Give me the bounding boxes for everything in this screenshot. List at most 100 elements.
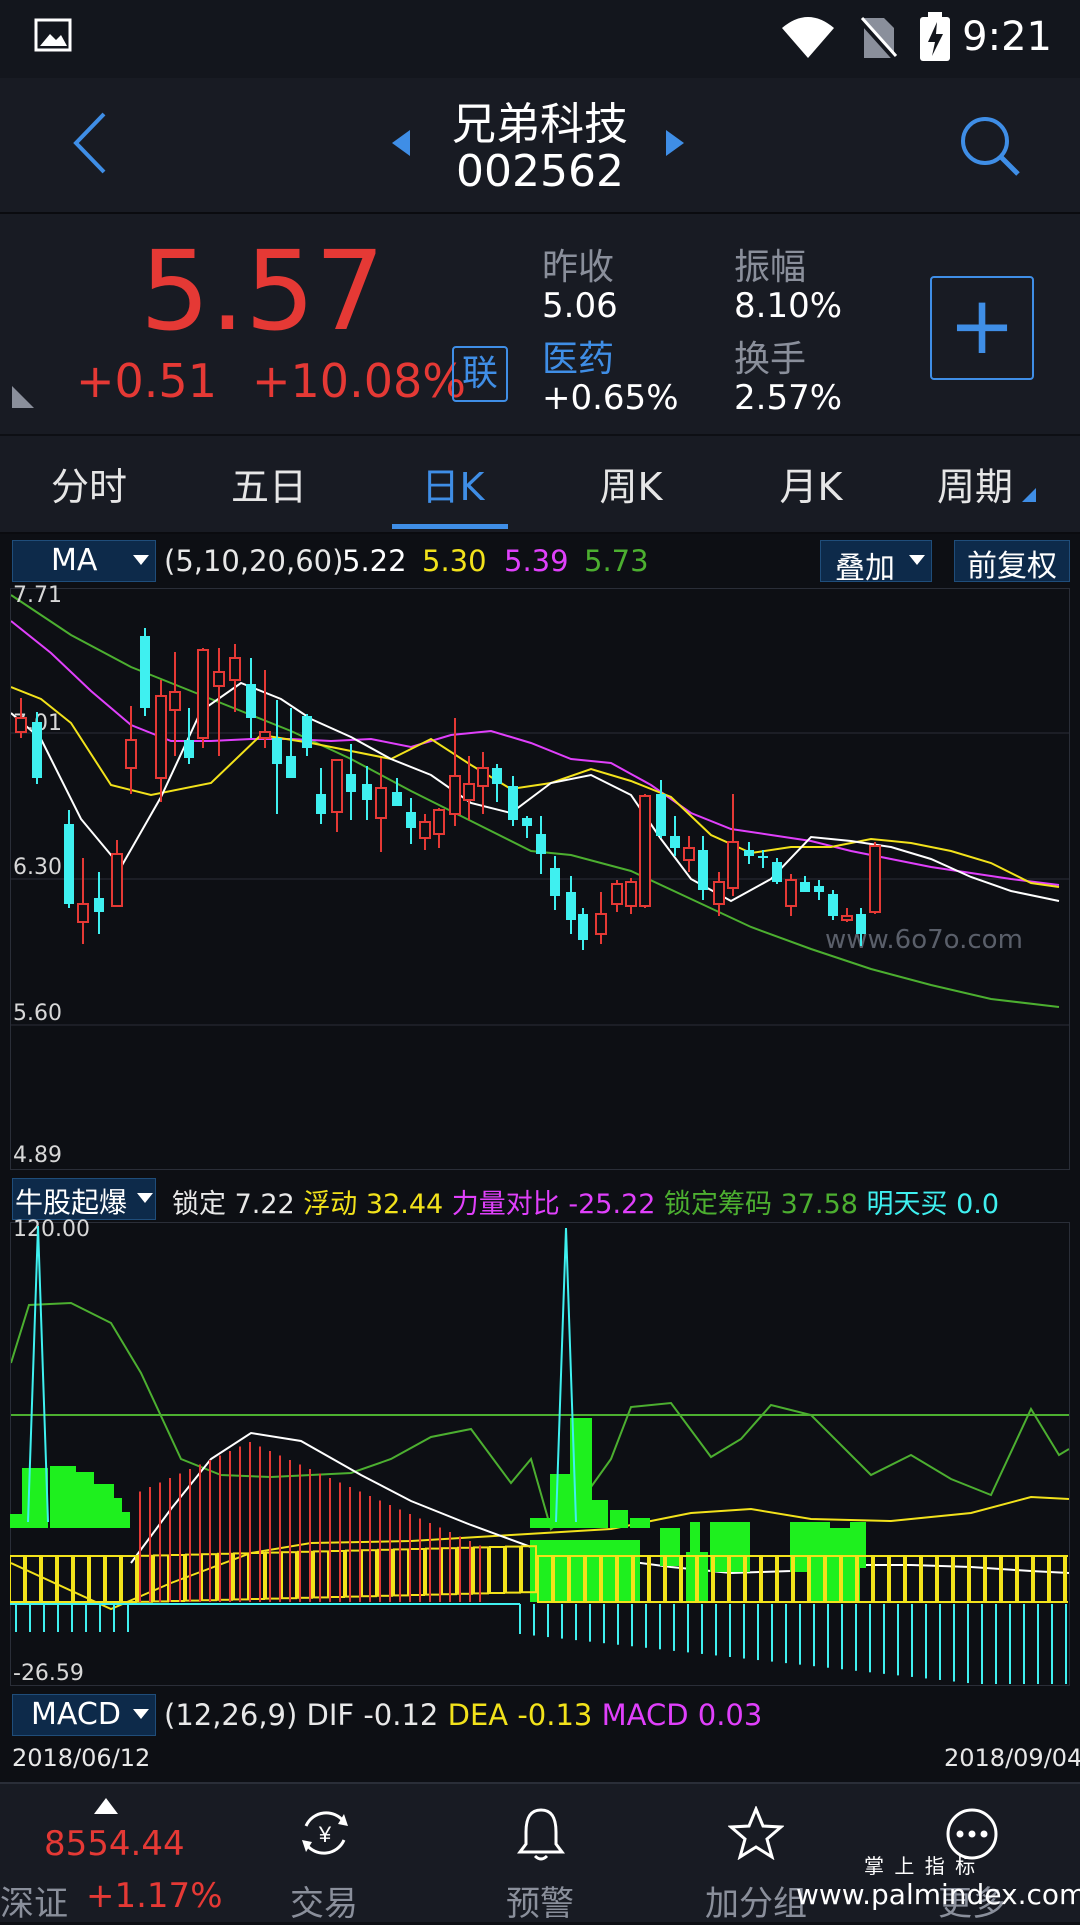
lock-label: 锁定 xyxy=(172,1189,226,1220)
green-bar xyxy=(550,1474,572,1528)
end-date: 2018/09/04 xyxy=(944,1744,1080,1772)
candle xyxy=(392,778,402,806)
candle xyxy=(841,908,853,922)
overlay-label: 叠加 xyxy=(835,551,895,586)
ma10-value: 5.30 xyxy=(422,544,487,578)
stock-name: 兄弟科技 xyxy=(452,99,628,150)
green-bar xyxy=(590,1500,608,1528)
sector-label[interactable]: 医药 xyxy=(542,330,614,382)
candle xyxy=(611,880,623,912)
yellow-band-bar xyxy=(969,1555,985,1603)
candle xyxy=(683,836,695,872)
adjust-button[interactable]: 前复权 xyxy=(954,540,1070,584)
yellow-band-bar xyxy=(169,1554,185,1602)
chevron-down-icon xyxy=(133,555,149,565)
candle xyxy=(302,714,312,756)
yellow-band-bar xyxy=(425,1547,441,1596)
dif-value: -0.12 xyxy=(363,1698,439,1732)
yellow-band-bar xyxy=(489,1546,505,1594)
yellow-band-bar xyxy=(889,1555,905,1603)
ma-selector-label: MA xyxy=(51,543,98,578)
sector-change: +0.65% xyxy=(542,378,679,418)
index-value: 8554.44 xyxy=(44,1824,185,1864)
tab-intraday[interactable]: 分时 xyxy=(14,456,164,511)
candle xyxy=(578,908,588,950)
candle xyxy=(656,780,666,838)
tab-five-day[interactable]: 五日 xyxy=(194,456,344,511)
macd-selector[interactable]: MACD xyxy=(12,1694,156,1736)
turnover-value: 2.57% xyxy=(734,378,843,418)
yellow-band-bar xyxy=(329,1550,345,1598)
candle xyxy=(639,794,651,908)
chevron-down-icon xyxy=(909,555,925,565)
search-icon[interactable] xyxy=(958,114,1022,178)
candle xyxy=(492,764,502,802)
yellow-band-bar xyxy=(1065,1555,1068,1603)
yellow-band-bar xyxy=(25,1555,41,1603)
candle xyxy=(772,858,782,884)
prev-close-label: 昨收 xyxy=(542,247,615,288)
candle xyxy=(272,700,282,814)
candle xyxy=(566,876,576,934)
force-value: -25.22 xyxy=(568,1189,656,1220)
indicator-bars xyxy=(10,1225,1068,1684)
nav-trade-label: 交易 xyxy=(290,1884,358,1924)
yellow-band-bar xyxy=(89,1555,105,1603)
ma5-value: 5.22 xyxy=(342,544,407,578)
tab-weekly-k[interactable]: 周K xyxy=(556,456,706,511)
candle xyxy=(169,652,181,756)
indicator-selector-label: 牛股起爆 xyxy=(15,1186,128,1219)
footer-watermark-line1: 掌 上 指 标 xyxy=(864,1854,978,1878)
add-watchlist-button[interactable]: + xyxy=(930,276,1034,380)
lockchip-value: 37.58 xyxy=(780,1189,858,1220)
candle xyxy=(32,712,42,784)
yellow-band-bar xyxy=(409,1548,425,1596)
candle xyxy=(213,648,225,756)
yellow-band-bar xyxy=(1033,1555,1049,1603)
status-time: 9:21 xyxy=(962,14,1052,60)
yellow-band-bar xyxy=(953,1555,969,1603)
candle xyxy=(375,758,387,852)
candle xyxy=(698,836,708,900)
yellow-band-bar xyxy=(265,1551,281,1600)
candle xyxy=(406,798,416,844)
next-stock-icon[interactable] xyxy=(664,128,686,158)
index-ticker[interactable]: 8554.44 深证 +1.17% xyxy=(0,1784,223,1924)
ma60-value: 5.73 xyxy=(584,544,649,578)
image-notification-icon xyxy=(34,18,72,52)
no-sim-icon xyxy=(858,16,898,60)
candle xyxy=(670,816,680,856)
linked-stock-badge[interactable]: 联 xyxy=(452,346,508,402)
dea-value: -0.13 xyxy=(517,1698,593,1732)
start-date: 2018/06/12 xyxy=(12,1744,151,1772)
candle xyxy=(800,876,810,892)
ma-selector[interactable]: MA xyxy=(12,540,156,582)
svg-text:¥: ¥ xyxy=(318,1822,332,1847)
candle xyxy=(184,708,194,764)
tab-monthly-k[interactable]: 月K xyxy=(736,456,886,511)
macd-label: MACD xyxy=(601,1698,689,1732)
nav-item-trade[interactable]: ¥ 交易 xyxy=(234,1784,414,1924)
indicator-selector[interactable]: 牛股起爆 xyxy=(12,1178,156,1220)
prev-close-value: 5.06 xyxy=(542,286,618,326)
candlesticks xyxy=(15,628,881,950)
candle xyxy=(522,816,532,838)
period-tabs: 分时 五日 日K 周K 月K 周期 xyxy=(0,436,1080,534)
tab-daily-k[interactable]: 日K xyxy=(378,456,528,511)
candle xyxy=(64,810,74,908)
current-price: 5.57 xyxy=(140,227,385,355)
yellow-band-bar xyxy=(41,1555,57,1603)
float-value: 32.44 xyxy=(365,1189,444,1220)
candle xyxy=(316,768,326,824)
yellow-band-bar xyxy=(937,1555,953,1603)
nav-item-alert[interactable]: 预警 xyxy=(450,1784,630,1924)
candle xyxy=(362,766,372,820)
trade-yen-icon: ¥ xyxy=(302,1811,348,1855)
candle xyxy=(713,872,725,916)
lock-value: 7.22 xyxy=(234,1189,295,1220)
candle xyxy=(856,908,866,946)
chevron-down-icon xyxy=(133,1709,149,1719)
yellow-band-bar xyxy=(73,1555,89,1603)
overlay-selector[interactable]: 叠加 xyxy=(820,540,932,586)
active-tab-underline xyxy=(392,524,508,529)
